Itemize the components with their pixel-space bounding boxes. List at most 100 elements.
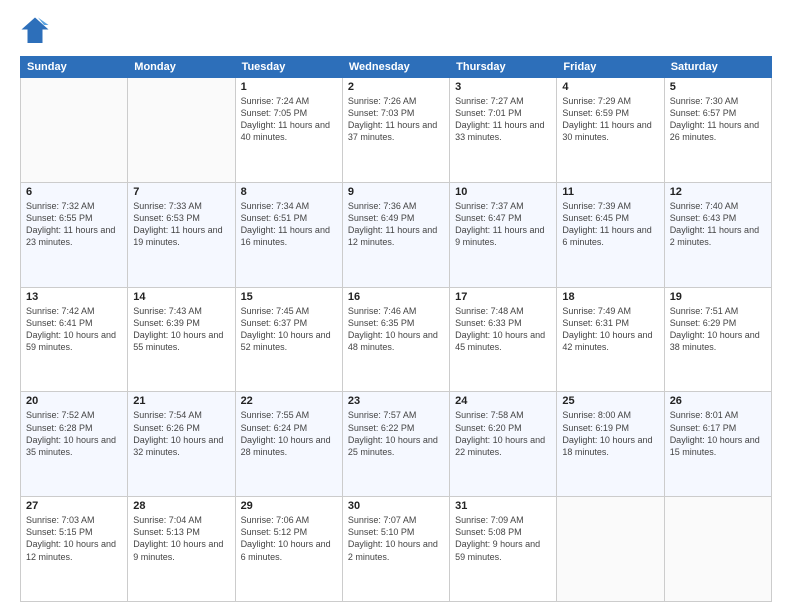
calendar-cell: 29Sunrise: 7:06 AMSunset: 5:12 PMDayligh… <box>235 497 342 602</box>
calendar-cell: 27Sunrise: 7:03 AMSunset: 5:15 PMDayligh… <box>21 497 128 602</box>
calendar-cell: 18Sunrise: 7:49 AMSunset: 6:31 PMDayligh… <box>557 287 664 392</box>
day-number: 20 <box>26 395 122 407</box>
day-info: Sunrise: 7:32 AMSunset: 6:55 PMDaylight:… <box>26 200 122 249</box>
day-info: Sunrise: 7:52 AMSunset: 6:28 PMDaylight:… <box>26 409 122 458</box>
day-info: Sunrise: 7:30 AMSunset: 6:57 PMDaylight:… <box>670 95 766 144</box>
day-number: 26 <box>670 395 766 407</box>
day-number: 12 <box>670 186 766 198</box>
calendar-cell: 4 Sunrise: 7:29 AMSunset: 6:59 PMDaylight… <box>557 78 664 183</box>
calendar-cell: 31 Sunrise: 7:09 AMSunset: 5:08 PMDayligh… <box>450 497 557 602</box>
calendar-cell: 11Sunrise: 7:39 AMSunset: 6:45 PMDayligh… <box>557 182 664 287</box>
calendar-cell: 5 Sunrise: 7:30 AMSunset: 6:57 PMDaylight… <box>664 78 771 183</box>
day-info: Sunrise: 7:40 AMSunset: 6:43 PMDaylight:… <box>670 200 766 249</box>
day-number: 6 <box>26 186 122 198</box>
week-row-1: 6 Sunrise: 7:32 AMSunset: 6:55 PMDaylight… <box>21 182 772 287</box>
day-info: Sunrise: 7:37 AMSunset: 6:47 PMDaylight:… <box>455 200 551 249</box>
calendar-cell: 25Sunrise: 8:00 AMSunset: 6:19 PMDayligh… <box>557 392 664 497</box>
day-info: Sunrise: 7:29 AMSunset: 6:59 PMDaylight:… <box>562 95 658 144</box>
calendar-cell: 17 Sunrise: 7:48 AMSunset: 6:33 PMDayligh… <box>450 287 557 392</box>
weekday-header-row: SundayMondayTuesdayWednesdayThursdayFrid… <box>21 57 772 78</box>
calendar-cell: 14 Sunrise: 7:43 AMSunset: 6:39 PMDayligh… <box>128 287 235 392</box>
page: SundayMondayTuesdayWednesdayThursdayFrid… <box>0 0 792 612</box>
day-info: Sunrise: 7:43 AMSunset: 6:39 PMDaylight:… <box>133 305 229 354</box>
day-number: 8 <box>241 186 337 198</box>
week-row-2: 13 Sunrise: 7:42 AMSunset: 6:41 PMDayligh… <box>21 287 772 392</box>
day-info: Sunrise: 7:04 AMSunset: 5:13 PMDaylight:… <box>133 514 229 563</box>
calendar-cell: 20 Sunrise: 7:52 AMSunset: 6:28 PMDayligh… <box>21 392 128 497</box>
calendar-cell: 6 Sunrise: 7:32 AMSunset: 6:55 PMDaylight… <box>21 182 128 287</box>
day-info: Sunrise: 7:24 AMSunset: 7:05 PMDaylight:… <box>241 95 337 144</box>
day-number: 2 <box>348 81 444 93</box>
header <box>20 16 772 46</box>
calendar-cell: 26 Sunrise: 8:01 AMSunset: 6:17 PMDayligh… <box>664 392 771 497</box>
calendar-cell: 1 Sunrise: 7:24 AMSunset: 7:05 PMDaylight… <box>235 78 342 183</box>
calendar-cell: 13 Sunrise: 7:42 AMSunset: 6:41 PMDayligh… <box>21 287 128 392</box>
day-info: Sunrise: 7:55 AMSunset: 6:24 PMDaylight:… <box>241 409 337 458</box>
calendar-table: SundayMondayTuesdayWednesdayThursdayFrid… <box>20 56 772 602</box>
weekday-sunday: Sunday <box>21 57 128 78</box>
calendar-cell <box>21 78 128 183</box>
generalblue-icon <box>20 16 50 46</box>
weekday-thursday: Thursday <box>450 57 557 78</box>
day-info: Sunrise: 7:57 AMSunset: 6:22 PMDaylight:… <box>348 409 444 458</box>
calendar-cell: 2 Sunrise: 7:26 AMSunset: 7:03 PMDaylight… <box>342 78 449 183</box>
day-number: 13 <box>26 291 122 303</box>
day-number: 14 <box>133 291 229 303</box>
day-number: 9 <box>348 186 444 198</box>
day-info: Sunrise: 7:46 AMSunset: 6:35 PMDaylight:… <box>348 305 444 354</box>
calendar-cell: 8 Sunrise: 7:34 AMSunset: 6:51 PMDaylight… <box>235 182 342 287</box>
day-number: 4 <box>562 81 658 93</box>
day-number: 27 <box>26 500 122 512</box>
weekday-saturday: Saturday <box>664 57 771 78</box>
calendar-cell: 15 Sunrise: 7:45 AMSunset: 6:37 PMDayligh… <box>235 287 342 392</box>
calendar-cell: 19 Sunrise: 7:51 AMSunset: 6:29 PMDayligh… <box>664 287 771 392</box>
calendar-cell: 7 Sunrise: 7:33 AMSunset: 6:53 PMDaylight… <box>128 182 235 287</box>
day-number: 1 <box>241 81 337 93</box>
day-number: 31 <box>455 500 551 512</box>
weekday-friday: Friday <box>557 57 664 78</box>
calendar-cell: 12 Sunrise: 7:40 AMSunset: 6:43 PMDayligh… <box>664 182 771 287</box>
day-number: 29 <box>241 500 337 512</box>
day-info: Sunrise: 7:34 AMSunset: 6:51 PMDaylight:… <box>241 200 337 249</box>
calendar-cell: 30Sunrise: 7:07 AMSunset: 5:10 PMDayligh… <box>342 497 449 602</box>
calendar-cell: 28 Sunrise: 7:04 AMSunset: 5:13 PMDayligh… <box>128 497 235 602</box>
day-number: 3 <box>455 81 551 93</box>
week-row-4: 27Sunrise: 7:03 AMSunset: 5:15 PMDayligh… <box>21 497 772 602</box>
day-number: 22 <box>241 395 337 407</box>
day-number: 7 <box>133 186 229 198</box>
day-number: 28 <box>133 500 229 512</box>
week-row-0: 1 Sunrise: 7:24 AMSunset: 7:05 PMDaylight… <box>21 78 772 183</box>
day-info: Sunrise: 7:54 AMSunset: 6:26 PMDaylight:… <box>133 409 229 458</box>
day-info: Sunrise: 8:00 AMSunset: 6:19 PMDaylight:… <box>562 409 658 458</box>
calendar-cell: 23 Sunrise: 7:57 AMSunset: 6:22 PMDayligh… <box>342 392 449 497</box>
day-info: Sunrise: 7:45 AMSunset: 6:37 PMDaylight:… <box>241 305 337 354</box>
day-info: Sunrise: 7:48 AMSunset: 6:33 PMDaylight:… <box>455 305 551 354</box>
day-number: 16 <box>348 291 444 303</box>
day-info: Sunrise: 8:01 AMSunset: 6:17 PMDaylight:… <box>670 409 766 458</box>
day-number: 30 <box>348 500 444 512</box>
day-number: 10 <box>455 186 551 198</box>
day-number: 15 <box>241 291 337 303</box>
weekday-wednesday: Wednesday <box>342 57 449 78</box>
day-number: 21 <box>133 395 229 407</box>
day-info: Sunrise: 7:58 AMSunset: 6:20 PMDaylight:… <box>455 409 551 458</box>
calendar-cell <box>128 78 235 183</box>
day-number: 24 <box>455 395 551 407</box>
calendar-cell: 9Sunrise: 7:36 AMSunset: 6:49 PMDaylight… <box>342 182 449 287</box>
day-number: 5 <box>670 81 766 93</box>
day-info: Sunrise: 7:27 AMSunset: 7:01 PMDaylight:… <box>455 95 551 144</box>
day-number: 11 <box>562 186 658 198</box>
day-number: 17 <box>455 291 551 303</box>
calendar-cell: 16 Sunrise: 7:46 AMSunset: 6:35 PMDayligh… <box>342 287 449 392</box>
day-number: 19 <box>670 291 766 303</box>
day-info: Sunrise: 7:09 AMSunset: 5:08 PMDaylight:… <box>455 514 551 563</box>
weekday-monday: Monday <box>128 57 235 78</box>
day-info: Sunrise: 7:33 AMSunset: 6:53 PMDaylight:… <box>133 200 229 249</box>
logo <box>20 16 54 46</box>
day-info: Sunrise: 7:26 AMSunset: 7:03 PMDaylight:… <box>348 95 444 144</box>
day-info: Sunrise: 7:42 AMSunset: 6:41 PMDaylight:… <box>26 305 122 354</box>
calendar-cell <box>557 497 664 602</box>
day-info: Sunrise: 7:51 AMSunset: 6:29 PMDaylight:… <box>670 305 766 354</box>
day-number: 23 <box>348 395 444 407</box>
day-info: Sunrise: 7:49 AMSunset: 6:31 PMDaylight:… <box>562 305 658 354</box>
